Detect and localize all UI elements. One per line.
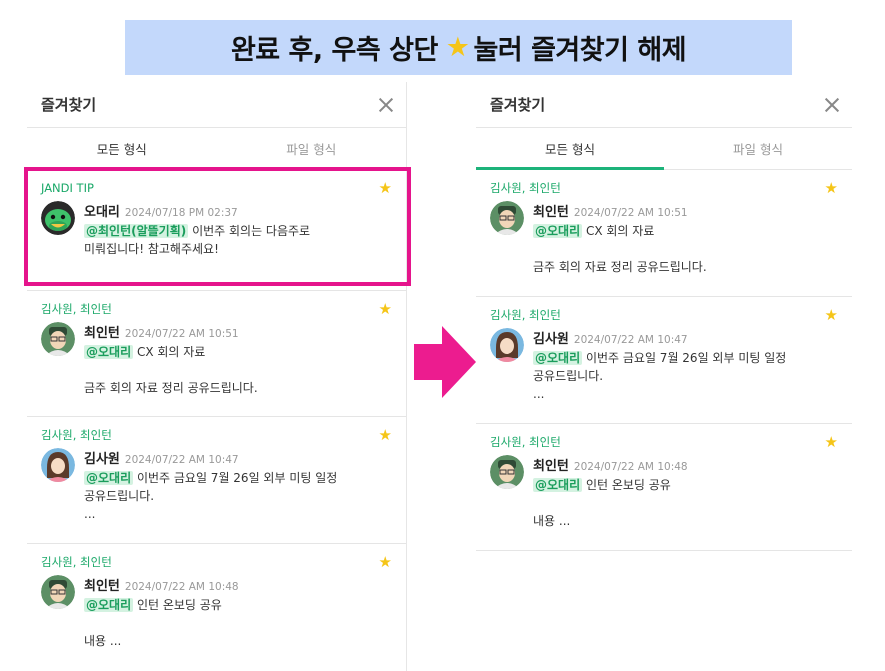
mention-tag[interactable]: @오대리 (84, 598, 134, 612)
star-icon[interactable]: ★ (379, 301, 392, 317)
message-line: 이번주 금요일 7월 26일 외부 미팅 일정 (133, 471, 338, 485)
message-text: @오대리 이번주 금요일 7월 26일 외부 미팅 일정 공유드립니다. ... (533, 349, 838, 403)
mention-tag[interactable]: @오대리 (533, 478, 583, 492)
author-name[interactable]: 최인턴 (84, 575, 120, 594)
banner-text-before: 완료 후, 우측 상단 (230, 35, 438, 66)
favorite-item[interactable]: 김사원, 최인턴 ★ 최인턴 2024/07/22 AM 10:51 @오대리 … (476, 170, 852, 297)
author-name[interactable]: 최인턴 (533, 455, 569, 474)
message-line: 이번주 금요일 7월 26일 외부 미팅 일정 (582, 351, 787, 365)
favorite-item[interactable]: JANDI TIP ★ 오대리 2024/07/18 PM 02:37 @최인턴… (27, 170, 406, 291)
message-text: @오대리 이번주 금요일 7월 26일 외부 미팅 일정 공유드립니다. ... (84, 469, 392, 523)
mention-tag[interactable]: @오대리 (533, 351, 583, 365)
message-line: CX 회의 자료 (582, 224, 655, 238)
mention-tag[interactable]: @오대리 (84, 471, 134, 485)
message-text: @최인턴(알뜰기획) 이번주 회의는 다음주로 미뤄집니다! 참고해주세요! (84, 222, 392, 258)
star-icon[interactable]: ★ (825, 307, 838, 323)
tab-file-types[interactable]: 파일 형식 (217, 128, 407, 169)
favorite-item[interactable]: 김사원, 최인턴 ★ 김사원 2024/07/22 AM 10:47 @오대리 … (27, 417, 406, 544)
star-icon[interactable]: ★ (379, 554, 392, 570)
instruction-banner: 완료 후, 우측 상단 ★ 눌러 즐겨찾기 해제 (125, 20, 792, 75)
avatar[interactable] (41, 322, 75, 356)
avatar[interactable] (41, 575, 75, 609)
timestamp: 2024/07/22 AM 10:51 (124, 328, 239, 340)
star-icon[interactable]: ★ (825, 434, 838, 450)
panel-title: 즐겨찾기 (490, 96, 546, 114)
room-name[interactable]: 김사원, 최인턴 (490, 307, 561, 323)
avatar[interactable] (41, 201, 75, 235)
room-name[interactable]: 김사원, 최인턴 (490, 434, 561, 450)
tab-bar: 모든 형식 파일 형식 (27, 128, 406, 170)
room-name[interactable]: 김사원, 최인턴 (41, 554, 112, 570)
author-name[interactable]: 김사원 (84, 448, 120, 467)
favorite-item[interactable]: 김사원, 최인턴 ★ 최인턴 2024/07/22 AM 10:48 @오대리 … (27, 544, 406, 670)
message-line: CX 회의 자료 (133, 345, 206, 359)
banner-text-after: 눌러 즐겨찾기 해제 (473, 35, 687, 66)
message-rest: 금주 회의 자료 정리 공유드립니다. (84, 381, 258, 395)
timestamp: 2024/07/22 AM 10:48 (124, 581, 239, 593)
timestamp: 2024/07/22 AM 10:47 (573, 334, 688, 346)
timestamp: 2024/07/18 PM 02:37 (124, 207, 238, 219)
room-name[interactable]: JANDI TIP (41, 181, 94, 195)
room-name[interactable]: 김사원, 최인턴 (41, 427, 112, 443)
star-icon[interactable]: ★ (379, 427, 392, 443)
message-rest: 내용 ... (533, 514, 571, 528)
tab-all-types[interactable]: 모든 형식 (27, 128, 217, 169)
author-name[interactable]: 김사원 (533, 328, 569, 347)
close-icon[interactable] (378, 97, 394, 113)
author-name[interactable]: 오대리 (84, 201, 120, 220)
author-name[interactable]: 최인턴 (533, 201, 569, 220)
message-rest: 금주 회의 자료 정리 공유드립니다. (533, 260, 707, 274)
star-icon: ★ (445, 32, 470, 63)
panel-header: 즐겨찾기 (476, 82, 852, 128)
favorites-panel-after: 즐겨찾기 모든 형식 파일 형식 김사원, 최인턴 ★ 최인턴 2024/07/… (476, 82, 852, 552)
arrow-right-icon (414, 326, 476, 398)
timestamp: 2024/07/22 AM 10:48 (573, 461, 688, 473)
message-line: 인턴 온보딩 공유 (582, 478, 671, 492)
message-text: @오대리 인턴 온보딩 공유 내용 ... (84, 596, 392, 650)
avatar[interactable] (41, 448, 75, 482)
panel-title: 즐겨찾기 (41, 96, 97, 114)
star-icon[interactable]: ★ (825, 180, 838, 196)
mention-tag[interactable]: @오대리 (533, 224, 583, 238)
avatar[interactable] (490, 455, 524, 489)
close-icon[interactable] (824, 97, 840, 113)
room-name[interactable]: 김사원, 최인턴 (41, 301, 112, 317)
message-text: @오대리 인턴 온보딩 공유 내용 ... (533, 476, 838, 530)
timestamp: 2024/07/22 AM 10:47 (124, 454, 239, 466)
message-rest: 미뤄집니다! 참고해주세요! (84, 242, 219, 256)
panel-header: 즐겨찾기 (27, 82, 406, 128)
room-name[interactable]: 김사원, 최인턴 (490, 180, 561, 196)
timestamp: 2024/07/22 AM 10:51 (573, 207, 688, 219)
message-rest: 공유드립니다. ... (533, 369, 604, 401)
avatar[interactable] (490, 201, 524, 235)
message-line: 이번주 회의는 다음주로 (188, 224, 311, 238)
message-rest: 내용 ... (84, 634, 122, 648)
favorite-item[interactable]: 김사원, 최인턴 ★ 최인턴 2024/07/22 AM 10:48 @오대리 … (476, 424, 852, 551)
tab-bar: 모든 형식 파일 형식 (476, 128, 852, 170)
tab-file-types[interactable]: 파일 형식 (664, 128, 852, 169)
message-line: 인턴 온보딩 공유 (133, 598, 222, 612)
mention-tag[interactable]: @오대리 (84, 345, 134, 359)
favorite-item[interactable]: 김사원, 최인턴 ★ 김사원 2024/07/22 AM 10:47 @오대리 … (476, 297, 852, 424)
message-rest: 공유드립니다. ... (84, 489, 155, 521)
star-icon[interactable]: ★ (379, 180, 392, 196)
message-text: @오대리 CX 회의 자료 금주 회의 자료 정리 공유드립니다. (533, 222, 838, 276)
tab-all-types[interactable]: 모든 형식 (476, 128, 664, 170)
message-text: @오대리 CX 회의 자료 금주 회의 자료 정리 공유드립니다. (84, 343, 392, 397)
author-name[interactable]: 최인턴 (84, 322, 120, 341)
favorites-panel-before: 즐겨찾기 모든 형식 파일 형식 JANDI TIP ★ 오대리 2024/07… (27, 82, 407, 671)
avatar[interactable] (490, 328, 524, 362)
favorite-item[interactable]: 김사원, 최인턴 ★ 최인턴 2024/07/22 AM 10:51 @오대리 … (27, 291, 406, 417)
mention-tag[interactable]: @최인턴(알뜰기획) (84, 224, 189, 238)
